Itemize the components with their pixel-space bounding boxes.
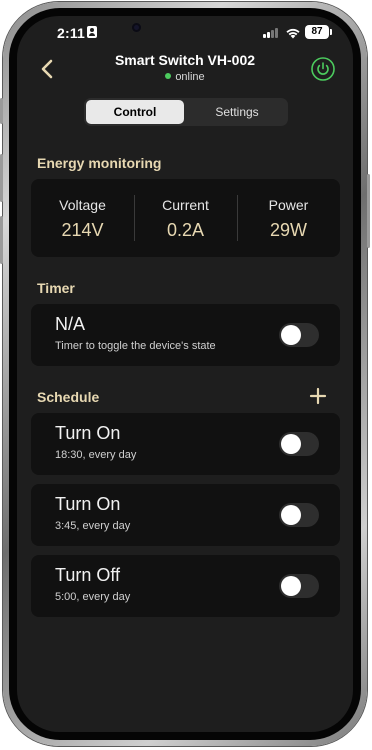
- cellular-signal-icon: [263, 28, 280, 38]
- timer-subtitle: Timer to toggle the device's state: [55, 340, 216, 352]
- side-button: [367, 174, 370, 248]
- timer-title: N/A: [55, 314, 86, 334]
- volume-down-button: [0, 216, 3, 264]
- screen: 2:11 87 Smart Switch VH-002 online Contr…: [17, 16, 353, 732]
- segmented-control: Control Settings: [84, 98, 288, 126]
- toggle-knob: [281, 434, 301, 454]
- online-dot-icon: [165, 73, 172, 79]
- energy-card: Voltage 214V Current 0.2A Power 29W: [31, 179, 340, 257]
- page-title: Smart Switch VH-002: [114, 52, 256, 68]
- tab-settings[interactable]: Settings: [188, 100, 286, 124]
- status-time: 2:11: [57, 25, 86, 41]
- timer-card[interactable]: N/A Timer to toggle the device's state: [31, 304, 340, 366]
- device-status-text: online: [175, 71, 205, 83]
- schedule-item[interactable]: Turn On 3:45, every day: [31, 484, 340, 546]
- timer-heading: Timer: [37, 280, 75, 296]
- timer-toggle[interactable]: [279, 323, 319, 347]
- schedule-item-time: 5:00, every day: [55, 591, 131, 603]
- volume-up-button: [0, 154, 3, 202]
- voltage-value: 214V: [61, 220, 104, 240]
- current-metric: Current 0.2A: [134, 197, 237, 241]
- energy-heading: Energy monitoring: [37, 155, 162, 171]
- contact-card-icon: [87, 26, 97, 38]
- wifi-icon: [286, 28, 300, 39]
- toggle-knob: [281, 576, 301, 596]
- front-camera: [132, 23, 141, 32]
- schedule-item[interactable]: Turn On 18:30, every day: [31, 413, 340, 475]
- schedule-item-title: Turn On: [55, 423, 121, 443]
- battery-indicator: 87: [305, 25, 332, 39]
- status-bar: 2:11 87: [17, 16, 353, 52]
- plus-icon[interactable]: [308, 386, 328, 406]
- mute-switch: [0, 98, 3, 124]
- toggle-knob: [281, 505, 301, 525]
- schedule-item-title: Turn On: [55, 494, 121, 514]
- voltage-label: Voltage: [59, 197, 106, 213]
- power-metric: Power 29W: [237, 197, 340, 241]
- schedule-item[interactable]: Turn Off 5:00, every day: [31, 555, 340, 617]
- nav-bar: Smart Switch VH-002 online: [17, 52, 353, 104]
- power-value: 29W: [269, 220, 307, 240]
- schedule-item-toggle[interactable]: [279, 503, 319, 527]
- schedule-item-title: Turn Off: [55, 565, 121, 585]
- power-label: Power: [268, 197, 309, 213]
- toggle-knob: [281, 325, 301, 345]
- tab-control[interactable]: Control: [86, 100, 184, 124]
- schedule-item-toggle[interactable]: [279, 432, 319, 456]
- schedule-item-time: 3:45, every day: [55, 520, 131, 532]
- device-status: online: [17, 71, 353, 83]
- schedule-heading: Schedule: [37, 389, 100, 405]
- voltage-metric: Voltage 214V: [31, 197, 134, 241]
- current-label: Current: [162, 197, 209, 213]
- schedule-item-toggle[interactable]: [279, 574, 319, 598]
- schedule-item-time: 18:30, every day: [55, 449, 137, 461]
- current-value: 0.2A: [166, 220, 205, 240]
- power-icon[interactable]: [310, 56, 336, 82]
